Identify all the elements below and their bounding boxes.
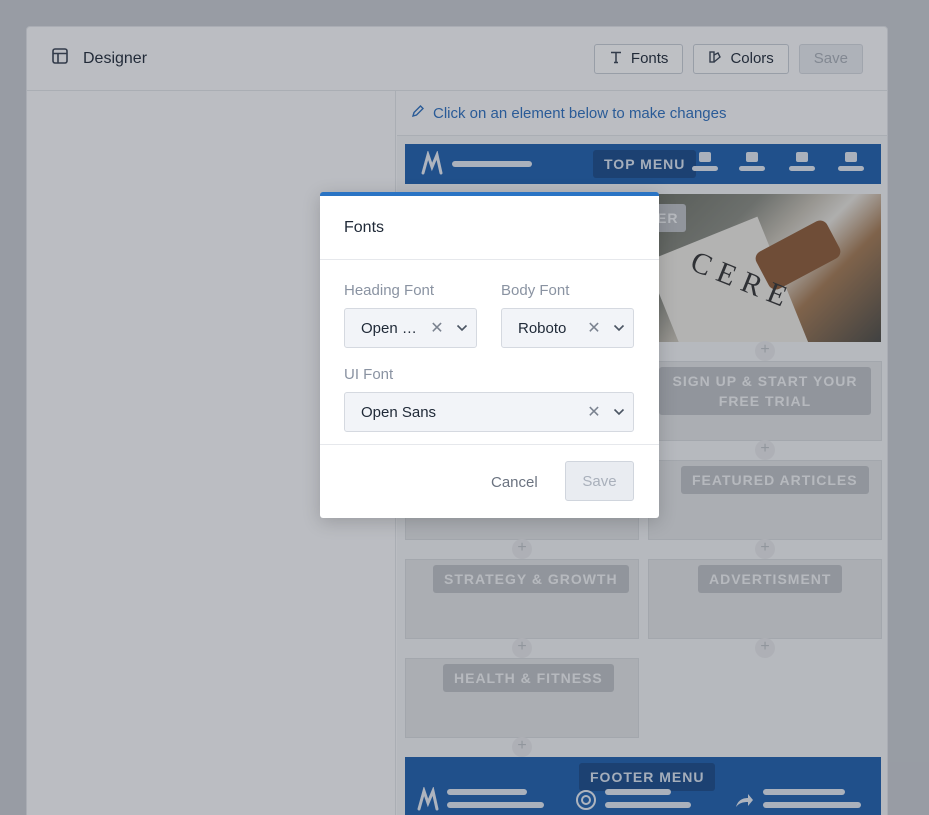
body-font-label: Body Font bbox=[501, 282, 570, 299]
clear-icon[interactable]: ✕ bbox=[583, 318, 605, 338]
ui-font-select[interactable]: Open Sans ✕ bbox=[344, 392, 634, 432]
chevron-down-icon[interactable] bbox=[605, 324, 633, 332]
body-font-value: Roboto bbox=[518, 319, 567, 337]
modal-footer: Cancel Save bbox=[320, 444, 659, 518]
ui-font-label: UI Font bbox=[344, 366, 394, 383]
clear-icon[interactable]: ✕ bbox=[426, 318, 448, 338]
body-font-select[interactable]: Roboto ✕ bbox=[501, 308, 634, 348]
modal-title: Fonts bbox=[320, 196, 659, 260]
heading-font-select[interactable]: Open Sans ✕ bbox=[344, 308, 477, 348]
heading-font-label: Heading Font bbox=[344, 282, 435, 299]
fonts-modal: Fonts Heading Font Open Sans ✕ Body Font… bbox=[320, 192, 659, 518]
cancel-button[interactable]: Cancel bbox=[491, 474, 538, 491]
ui-font-value: Open Sans bbox=[361, 403, 437, 421]
chevron-down-icon[interactable] bbox=[605, 408, 633, 416]
chevron-down-icon[interactable] bbox=[448, 324, 476, 332]
clear-icon[interactable]: ✕ bbox=[583, 402, 605, 422]
heading-font-value: Open Sans bbox=[361, 319, 426, 337]
modal-save-button[interactable]: Save bbox=[565, 461, 634, 501]
